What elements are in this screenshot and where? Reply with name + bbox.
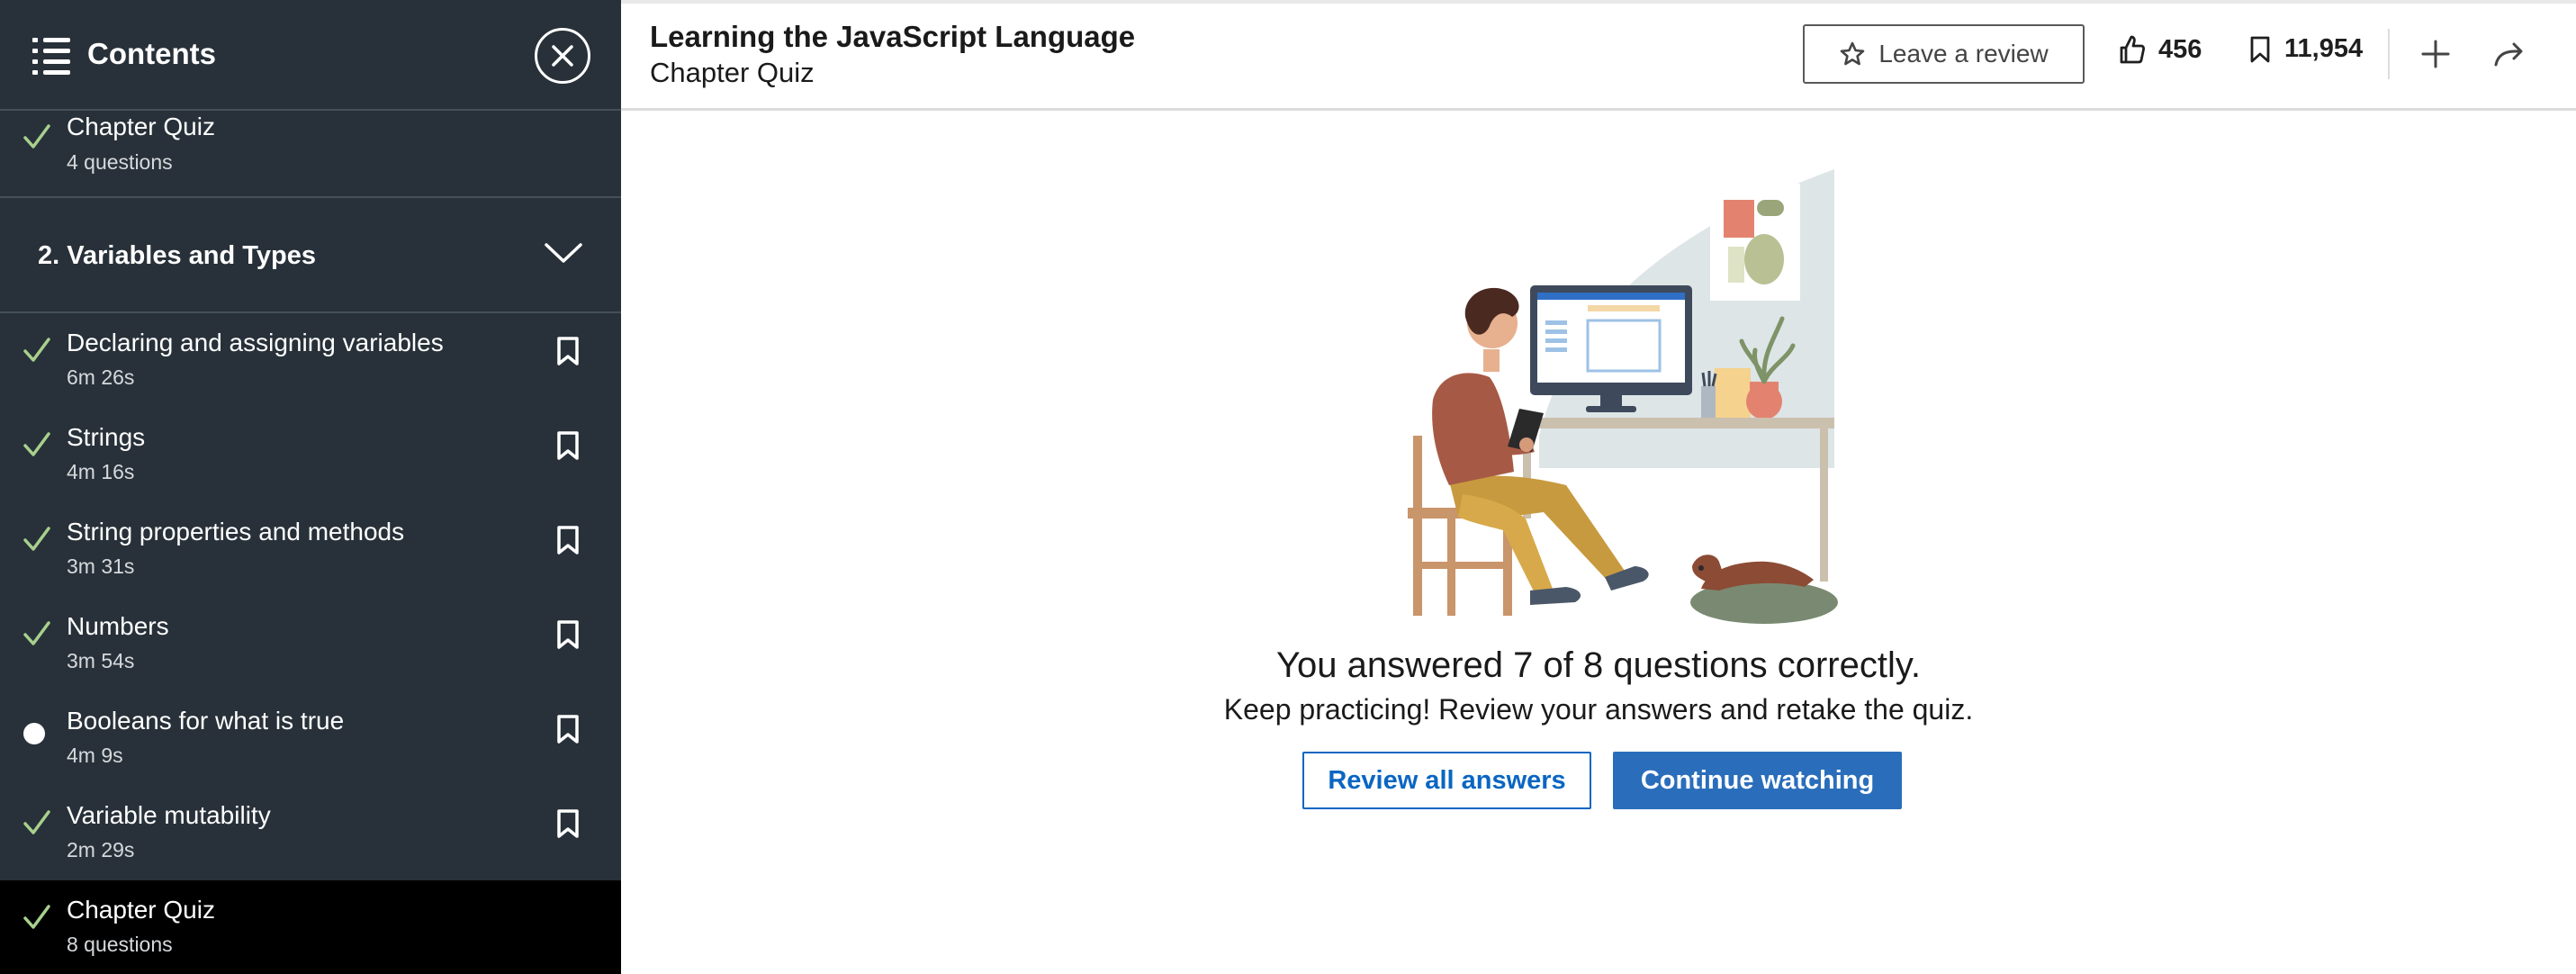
quiz-result-message: Keep practicing! Review your answers and… [1223,693,1974,726]
sidebar-item-title: Variable mutability [67,801,271,829]
sidebar-item-title: String properties and methods [67,518,405,546]
leave-review-button[interactable]: Leave a review [1803,24,2085,84]
sidebar-item-meta: 2m 29s [67,838,135,861]
sidebar-item-title: Strings [67,423,146,451]
bookmark-icon [2250,36,2270,62]
sidebar-item-title: Chapter Quiz [67,896,215,924]
sidebar-item-meta: 6m 26s [67,365,135,389]
close-sidebar-button[interactable] [535,28,590,84]
course-header: Learning the JavaScript Language Chapter… [621,0,2576,111]
sidebar-item-numbers[interactable]: Numbers 3m 54s [0,597,621,691]
contents-sidebar: Contents Chapter Quiz 4 questions 2. Var… [0,0,621,974]
sidebar-item-declaring-variables[interactable]: Declaring and assigning variables 6m 26s [0,313,621,408]
share-icon[interactable] [2491,38,2527,70]
sidebar-item-booleans[interactable]: Booleans for what is true 4m 9s [0,691,621,786]
bookmark-icon[interactable] [554,808,581,839]
sidebar-item-string-properties[interactable]: String properties and methods 3m 31s [0,502,621,597]
star-icon [1841,41,1865,66]
sidebar-item-meta: 3m 54s [67,649,135,672]
check-icon [23,124,50,149]
bookmark-icon[interactable] [554,619,581,650]
leave-review-label: Leave a review [1878,40,2049,68]
in-progress-dot-icon [23,723,45,744]
save-button[interactable]: 11,954 [2248,34,2363,64]
course-title: Learning the JavaScript Language [650,20,1136,53]
continue-watching-button[interactable]: Continue watching [1613,752,1902,809]
list-icon [32,38,70,75]
bookmark-icon[interactable] [554,525,581,555]
review-all-answers-button[interactable]: Review all answers [1302,752,1591,809]
sidebar-item-previous-chapter-quiz[interactable]: Chapter Quiz 4 questions [0,111,621,196]
sidebar-item-title: Numbers [67,612,169,640]
sidebar-item-title: Declaring and assigning variables [67,329,444,356]
sidebar-item-meta: 4 questions [67,150,173,174]
section-header[interactable]: 2. Variables and Types [0,196,621,313]
chevron-down-icon[interactable] [544,241,583,265]
check-icon [23,905,50,929]
sidebar-item-strings[interactable]: Strings 4m 16s [0,408,621,502]
likes-count: 456 [2158,34,2202,64]
bookmark-icon[interactable] [554,430,581,461]
like-button[interactable]: 456 [2119,34,2202,65]
bookmark-icon[interactable] [554,336,581,366]
quiz-result-text: You answered 7 of 8 questions correctly. [1276,645,1921,685]
add-icon[interactable] [2418,36,2454,72]
sidebar-item-variable-mutability[interactable]: Variable mutability 2m 29s [0,786,621,880]
check-icon [23,527,50,551]
sidebar-item-chapter-quiz-active[interactable]: Chapter Quiz 8 questions [0,880,621,974]
quiz-complete-illustration [1408,169,1838,624]
check-icon [23,432,50,456]
sidebar-item-title: Booleans for what is true [67,707,345,735]
section-title: 2. Variables and Types [38,241,316,270]
sidebar-item-meta: 4m 16s [67,460,135,483]
sidebar-title: Contents [87,37,216,70]
page-subtitle: Chapter Quiz [650,57,815,88]
sidebar-item-meta: 3m 31s [67,555,135,578]
check-icon [23,338,50,362]
close-icon [552,45,573,67]
check-icon [23,621,50,645]
sidebar-item-title: Chapter Quiz [67,113,215,140]
check-icon [23,810,50,834]
sidebar-item-meta: 8 questions [67,933,173,956]
sidebar-item-meta: 4m 9s [67,744,123,767]
sidebar-header: Contents [0,0,621,111]
saves-count: 11,954 [2284,34,2364,63]
thumbs-up-icon [2120,35,2146,64]
header-divider [2388,29,2390,79]
bookmark-icon[interactable] [554,714,581,744]
